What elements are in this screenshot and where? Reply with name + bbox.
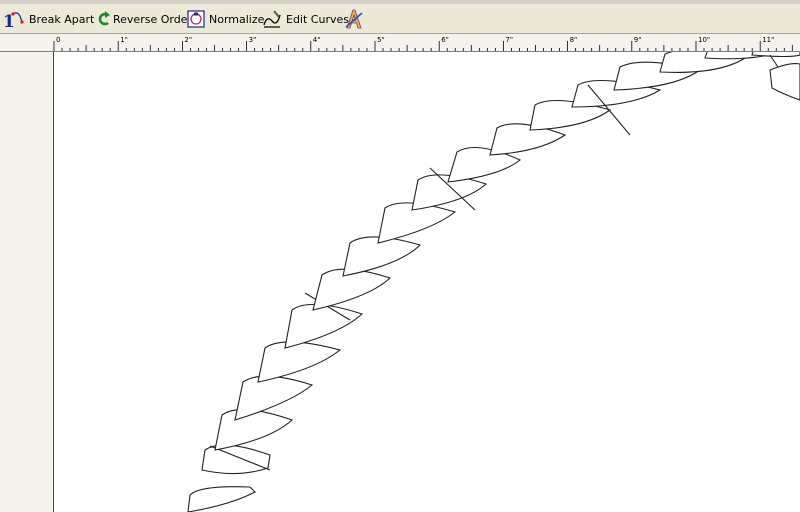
ruler-ticks: [53, 41, 793, 51]
reverse-order-button[interactable]: Reverse Order: [94, 7, 192, 31]
ruler-label: 0: [56, 36, 60, 44]
vertical-ruler[interactable]: [0, 52, 54, 512]
ruler-label: 4": [313, 36, 321, 44]
rope-segment: [214, 409, 294, 451]
rope-segment: [201, 444, 271, 475]
rope-border-drawing[interactable]: [54, 52, 800, 512]
horizontal-ruler[interactable]: 0 1" 2" 3" 4" 5" 6" 7" 8" 9" 10" 11": [0, 34, 800, 52]
text-effects-icon: [343, 8, 365, 30]
ruler-label: 2": [184, 36, 192, 44]
rope-segment: [312, 268, 392, 311]
break-apart-icon: 1: [2, 8, 26, 30]
ruler-label: 10": [698, 36, 710, 44]
edit-curves-button[interactable]: Edit Curves: [262, 7, 349, 31]
node-edit-toolbar: 1 Break Apart Reverse Order Normalize Ed…: [0, 4, 800, 34]
edit-curves-icon: [262, 9, 282, 29]
ruler-label: 7": [505, 36, 513, 44]
rope-segment: [342, 236, 422, 277]
normalize-label: Normalize: [209, 12, 265, 26]
ruler-label: 11": [762, 36, 774, 44]
break-apart-label: Break Apart: [29, 12, 95, 26]
normalize-button[interactable]: Normalize: [187, 7, 264, 31]
rope-segment: [751, 52, 800, 58]
rope-segment: [284, 303, 364, 349]
normalize-icon: [187, 10, 205, 28]
rope-segment: [234, 375, 314, 421]
reverse-order-icon: [94, 10, 112, 28]
reverse-order-label: Reverse Order: [113, 12, 192, 26]
ruler-label: 6": [441, 36, 449, 44]
ruler-label: 8": [570, 36, 578, 44]
rope-segment: [187, 486, 256, 512]
drawing-canvas[interactable]: [54, 52, 800, 512]
break-apart-button[interactable]: 1 Break Apart: [2, 7, 94, 31]
ruler-label: 5": [377, 36, 385, 44]
text-effects-button[interactable]: [343, 7, 365, 31]
ruler-label: 3": [249, 36, 257, 44]
rope-segment: [769, 63, 800, 101]
ruler-label: 1": [120, 36, 128, 44]
edit-curves-label: Edit Curves: [286, 12, 349, 26]
rope-segment: [257, 341, 342, 383]
ruler-label: 9": [634, 36, 642, 44]
